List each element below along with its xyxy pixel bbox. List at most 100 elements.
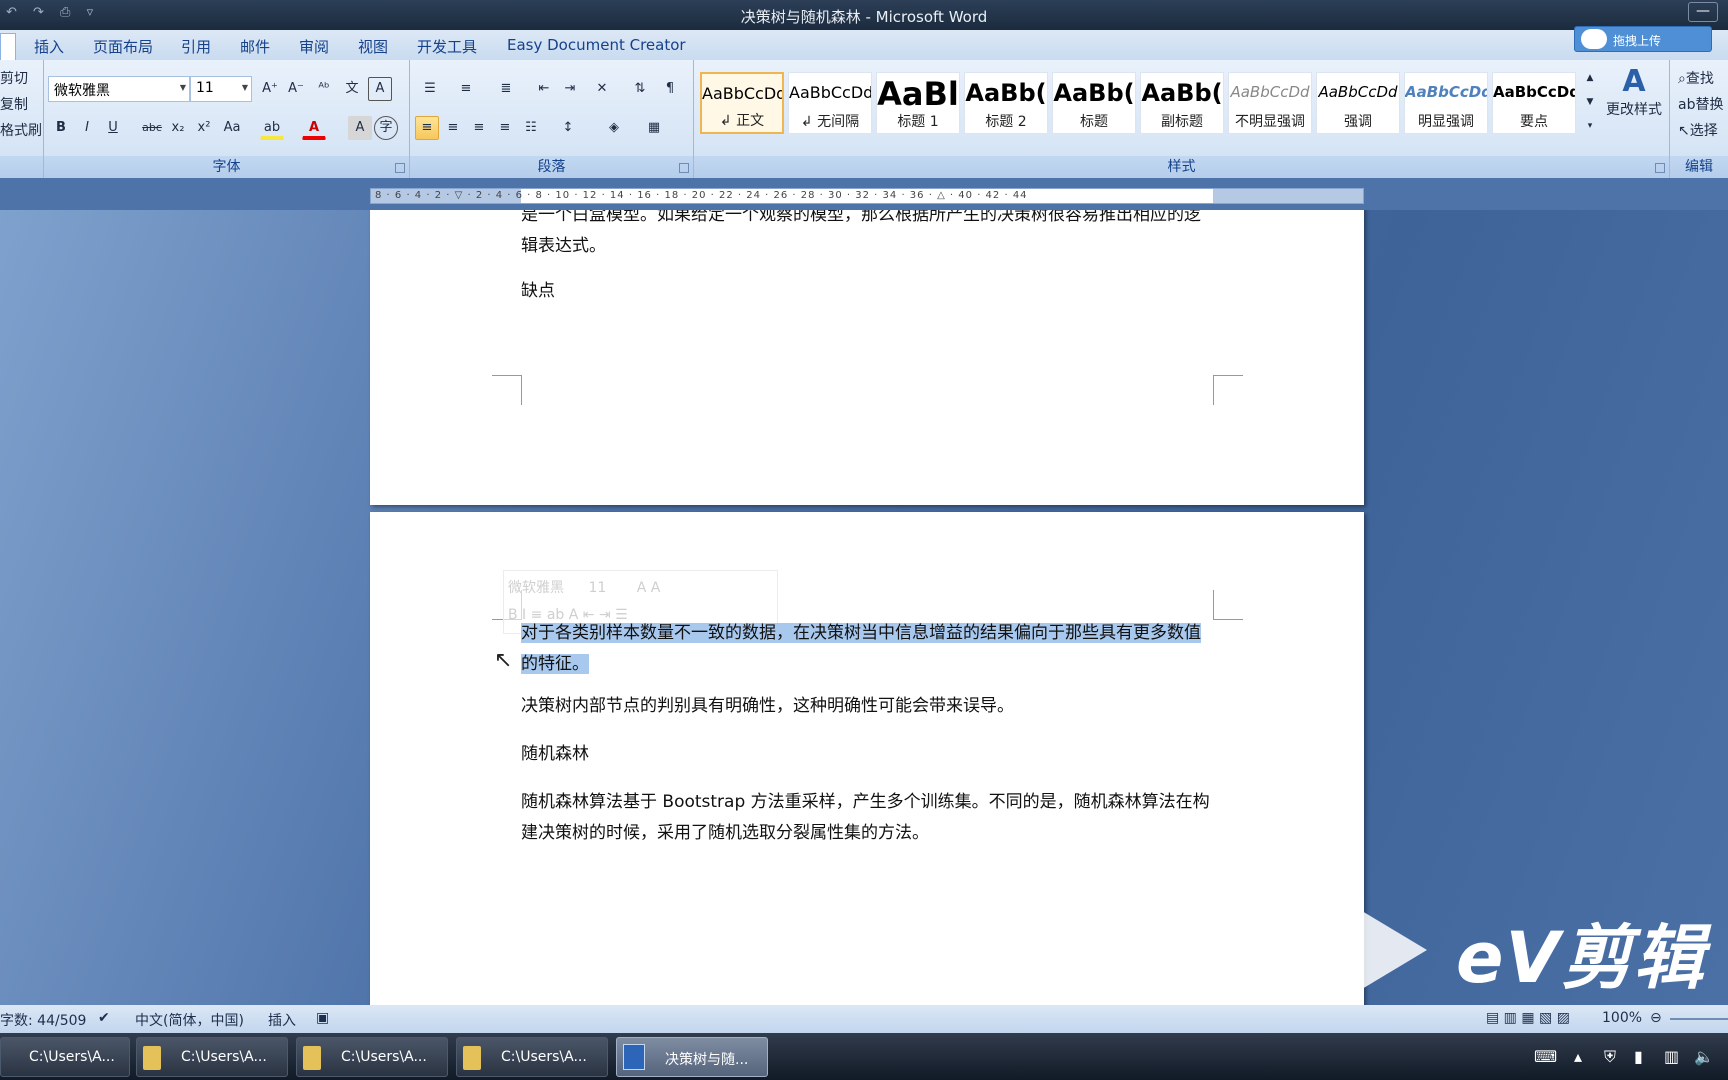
strikethrough-button[interactable]: abc [140, 116, 164, 140]
italic-button[interactable]: I [75, 116, 99, 140]
paragraph[interactable]: 随机森林算法基于 Bootstrap 方法重采样，产生多个训练集。不同的是，随机… [521, 787, 1211, 849]
document-area[interactable]: 是一个白盒模型。如果给定一个观察的模型，那么根据所产生的决策树很容易推出相应的逻… [0, 210, 1728, 1005]
tab-review[interactable]: 审阅 [299, 36, 329, 57]
proofing-icon[interactable]: ✔ [98, 1010, 110, 1026]
tab-home[interactable] [0, 33, 16, 60]
borders-icon[interactable]: ▦ [642, 116, 666, 140]
align-right-icon[interactable]: ≡ [467, 116, 491, 140]
tab-page-layout[interactable]: 页面布局 [93, 36, 153, 57]
copy-button[interactable]: 复制 [0, 94, 28, 114]
taskbar-item[interactable]: C:\Users\A... [136, 1037, 288, 1077]
taskbar-item-word[interactable]: 决策树与随... [616, 1037, 768, 1077]
paragraph[interactable]: 决策树内部节点的判别具有明确性，这种明确性可能会带来误导。 [521, 691, 1211, 722]
clear-format-button[interactable]: ᴬᵇ [312, 77, 336, 101]
phonetic-guide-button[interactable]: 文 [340, 77, 364, 101]
battery-icon[interactable]: ▮ [1634, 1047, 1643, 1066]
style-heading-2[interactable]: AaBb(标题 2 [964, 72, 1048, 134]
dialog-launcher-icon[interactable] [1655, 163, 1665, 173]
style-subtitle[interactable]: AaBb(副标题 [1140, 72, 1224, 134]
zoom-slider[interactable] [1670, 1018, 1728, 1020]
horizontal-ruler[interactable]: 8 · 6 · 4 · 2 · ▽ · 2 · 4 · 6 · 8 · 10 ·… [370, 188, 1364, 204]
dialog-launcher-icon[interactable] [395, 163, 405, 173]
find-button[interactable]: ⌕查找 [1678, 68, 1714, 88]
insert-mode[interactable]: 插入 [268, 1010, 296, 1030]
page[interactable]: 微软雅黑 11 A A B I ≡ ab A ⇤ ⇥ ☰ 对于各类别样本数量不一… [370, 512, 1364, 1005]
mini-grow-font-icon[interactable]: A A [637, 580, 661, 596]
format-painter-button[interactable]: 格式刷 [0, 120, 42, 140]
upload-button[interactable]: 拖拽上传 [1574, 26, 1712, 52]
style-title[interactable]: AaBb(标题 [1052, 72, 1136, 134]
superscript-button[interactable]: x² [192, 116, 216, 140]
taskbar-item[interactable]: C:\Users\A... [296, 1037, 448, 1077]
styles-scroll-down-icon[interactable]: ▼ [1582, 90, 1598, 114]
selection-highlight[interactable]: 对于各类别样本数量不一致的数据，在决策树当中信息增益的结果偏向于那些具有更多数值… [521, 623, 1201, 674]
paragraph[interactable]: 是一个白盒模型。如果给定一个观察的模型，那么根据所产生的决策树很容易推出相应的逻… [521, 210, 1211, 262]
style-strong[interactable]: AaBbCcDd 要点 [1492, 72, 1576, 134]
styles-scroll-up-icon[interactable]: ▲ [1582, 66, 1598, 90]
tab-view[interactable]: 视图 [358, 36, 388, 57]
style-subtle-emphasis[interactable]: AaBbCcDd 不明显强调 [1228, 72, 1312, 134]
tab-insert[interactable]: 插入 [34, 36, 64, 57]
tab-references[interactable]: 引用 [181, 36, 211, 57]
style-intense-emphasis[interactable]: AaBbCcDd 明显强调 [1404, 72, 1488, 134]
volume-icon[interactable]: 🔈 [1694, 1047, 1714, 1066]
align-center-icon[interactable]: ≡ [441, 116, 465, 140]
mini-font-name[interactable]: 微软雅黑 [508, 580, 564, 596]
font-color-button[interactable]: A [302, 116, 326, 140]
cut-button[interactable]: 剪切 [0, 68, 28, 88]
view-buttons[interactable]: ▤ ▥ ▦ ▧ ▨ [1486, 1010, 1570, 1026]
distributed-icon[interactable]: ☷ [519, 116, 543, 140]
bold-button[interactable]: B [49, 116, 73, 140]
grow-font-button[interactable]: A⁺ [258, 77, 282, 101]
tab-mailings[interactable]: 邮件 [240, 36, 270, 57]
tray-expand-icon[interactable]: ▴ [1574, 1047, 1582, 1066]
network-icon[interactable]: ▥ [1664, 1047, 1679, 1066]
tab-easy-document-creator[interactable]: Easy Document Creator [507, 36, 686, 54]
language-indicator[interactable]: 中文(简体，中国) [135, 1010, 244, 1030]
dialog-launcher-icon[interactable] [679, 163, 689, 173]
highlight-icon[interactable]: ab [260, 116, 284, 140]
multilevel-list-icon[interactable]: ≣ [494, 77, 518, 101]
macro-record-icon[interactable]: ▣ [316, 1010, 329, 1026]
numbering-icon[interactable]: ≡ [454, 77, 478, 101]
style-normal[interactable]: AaBbCcDd ↲ 正文 [700, 72, 784, 134]
justify-icon[interactable]: ≡ [493, 116, 517, 140]
zoom-level[interactable]: 100% [1602, 1010, 1642, 1026]
selected-paragraph[interactable]: 对于各类别样本数量不一致的数据，在决策树当中信息增益的结果偏向于那些具有更多数值… [521, 618, 1211, 680]
enclose-char-button[interactable]: 字 [374, 116, 398, 140]
styles-more-icon[interactable]: ▾ [1582, 114, 1598, 138]
zoom-out-icon[interactable]: ⊖ [1650, 1010, 1662, 1026]
char-shading-button[interactable]: A [348, 116, 372, 140]
shield-icon[interactable]: ⛨ [1604, 1047, 1616, 1067]
paragraph[interactable]: 缺点 [521, 276, 1211, 307]
char-border-button[interactable]: A [368, 77, 392, 101]
font-name-combo[interactable]: 微软雅黑 ▼ [48, 76, 190, 102]
bullets-icon[interactable]: ☰ [418, 77, 442, 101]
taskbar-item[interactable]: C:\Users\A... [0, 1037, 130, 1077]
change-styles-button[interactable]: A 更改样式 [1602, 64, 1666, 144]
keyboard-icon[interactable]: ⌨ [1534, 1047, 1557, 1066]
word-count[interactable]: 字数: 44/509 [0, 1010, 86, 1030]
mini-font-size[interactable]: 11 [588, 580, 606, 596]
taskbar-item[interactable]: C:\Users\A... [456, 1037, 608, 1077]
minimize-button[interactable]: — [1688, 2, 1718, 22]
style-emphasis[interactable]: AaBbCcDd 强调 [1316, 72, 1400, 134]
style-no-spacing[interactable]: AaBbCcDd ↲ 无间隔 [788, 72, 872, 134]
sort-icon[interactable]: ⇅ [628, 77, 652, 101]
font-size-combo[interactable]: 11 ▼ [190, 76, 252, 102]
line-spacing-icon[interactable]: ↕ [556, 116, 580, 140]
chinese-layout-icon[interactable]: ✕ [590, 77, 614, 101]
underline-button[interactable]: U [101, 116, 125, 140]
shrink-font-button[interactable]: A⁻ [284, 77, 308, 101]
shading-icon[interactable]: ◈ [602, 116, 626, 140]
decrease-indent-icon[interactable]: ⇤ [532, 77, 556, 101]
align-left-icon[interactable]: ≡ [415, 116, 439, 140]
change-case-button[interactable]: Aa [220, 116, 244, 140]
subscript-button[interactable]: x₂ [166, 116, 190, 140]
replace-button[interactable]: ab替换 [1678, 94, 1723, 114]
show-marks-icon[interactable]: ¶ [658, 77, 682, 101]
tab-developer[interactable]: 开发工具 [417, 36, 477, 57]
page[interactable]: 是一个白盒模型。如果给定一个观察的模型，那么根据所产生的决策树很容易推出相应的逻… [370, 210, 1364, 505]
paragraph[interactable]: 随机森林 [521, 739, 1211, 770]
increase-indent-icon[interactable]: ⇥ [558, 77, 582, 101]
